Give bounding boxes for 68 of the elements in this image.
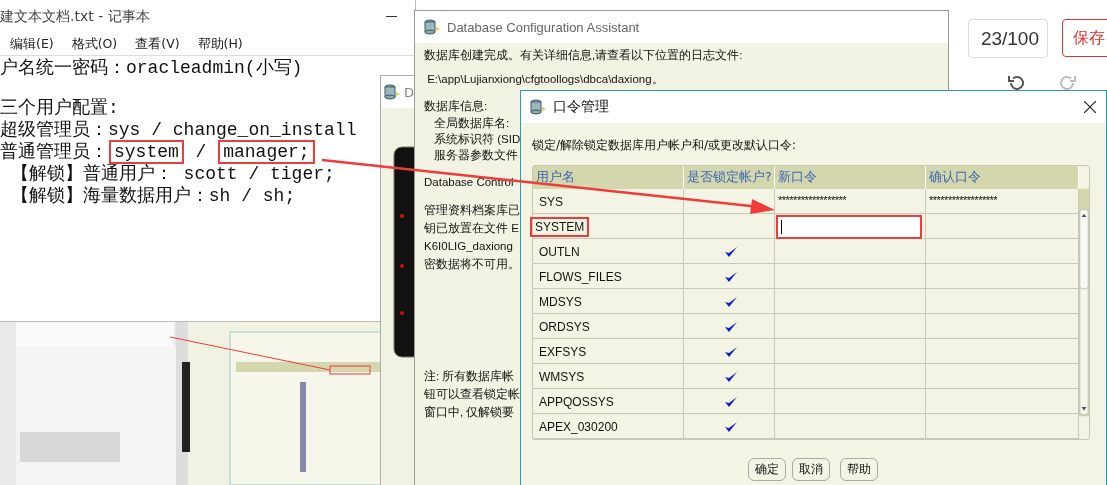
database-icon [529, 98, 547, 116]
word-counter: 23/100 [968, 19, 1048, 58]
menu-item[interactable]: 查看(V) [135, 36, 180, 53]
check-icon [724, 345, 738, 358]
info-label: 服务器参数文件 [434, 148, 518, 163]
check-icon [724, 270, 738, 283]
message-text: 密数据将不可用。 [424, 257, 520, 272]
text-line: 【解锁】海量数据用户：sh / sh; [9, 186, 296, 206]
dialog-title: 口令管理 [553, 98, 610, 116]
password-text: ****************** [778, 193, 847, 206]
check-icon [724, 420, 738, 433]
message-text: 钥已放置在文件 E [424, 221, 519, 236]
column-header[interactable]: 用户名 [533, 166, 684, 189]
user-name: OUTLN [538, 243, 581, 260]
dialog-button[interactable]: 取消 [792, 458, 830, 481]
text-line: 户名统一密码：oracleadmin(小写) [0, 58, 303, 78]
menu-item[interactable]: 编辑(E) [10, 36, 54, 53]
column-header[interactable]: 是否锁定帐户? [684, 166, 775, 189]
column-header[interactable]: 确认口令 [926, 166, 1079, 189]
message-text: K6I0LIG_daxiong [424, 239, 513, 254]
message-text: 管理资料档案库已 [424, 203, 520, 218]
info-label: 全局数据库名: [434, 116, 510, 131]
dialog-button[interactable]: 确定 [748, 458, 786, 481]
undo-icon[interactable] [1006, 73, 1026, 93]
password-field[interactable] [776, 214, 922, 239]
user-name: SYS [538, 193, 564, 210]
save-button[interactable]: 保存 [1062, 19, 1107, 57]
text-line: / [194, 142, 208, 162]
check-icon [724, 295, 738, 308]
highlight-box: system [109, 140, 184, 164]
database-icon [423, 18, 441, 36]
message-text: 窗口中, 仅解锁要 [424, 405, 515, 420]
window-title: Database Configuration Assistant [447, 19, 641, 35]
message-text: 数据库信息: [424, 99, 488, 114]
database-icon [383, 83, 401, 101]
message-text: Database Control [424, 175, 514, 190]
minimize-icon[interactable] [386, 16, 397, 18]
menu-item[interactable]: 帮助(H) [197, 36, 243, 53]
message-text: 注: 所有数据库帐 [424, 369, 515, 384]
text-line: 超级管理员：sys / change_on_install [0, 120, 357, 140]
dialog-button[interactable]: 帮助 [840, 458, 878, 481]
window-title: D [404, 84, 414, 100]
user-name: ORDSYS [538, 318, 591, 335]
check-icon [724, 320, 738, 333]
message-text: 数据库创建完成。有关详细信息,请查看以下位置的日志文件: [424, 48, 743, 63]
instruction-text: 锁定/解除锁定数据库用户帐户和/或更改默认口令: [532, 137, 798, 154]
text-line: 三个用户配置: [0, 98, 119, 118]
user-name: EXFSYS [538, 343, 588, 360]
check-icon [724, 395, 738, 408]
user-name: APEX_030200 [538, 418, 619, 435]
user-name: WMSYS [538, 368, 586, 385]
check-icon [724, 370, 738, 383]
check-icon [724, 245, 738, 258]
highlight-box: SYSTEM [530, 216, 590, 237]
window-title: 建文本文档.txt - 记事本 [0, 8, 150, 26]
text-line: 普通管理员： [0, 142, 108, 162]
password-text: ****************** [929, 193, 998, 206]
user-name: APPQOSSYS [538, 393, 615, 410]
message-text: 钮可以查看锁定帐 [424, 387, 520, 402]
message-text: E:\app\Lujianxiong\cfgtoollogs\dbca\daxiong。 [426, 72, 664, 87]
close-icon[interactable] [1084, 101, 1096, 113]
user-name: FLOWS_FILES [538, 268, 623, 285]
menu-item[interactable]: 格式(O) [71, 36, 118, 53]
text-line: 【解锁】普通用户： scott / tiger; [9, 164, 335, 184]
highlight-box: manager; [218, 140, 315, 164]
column-header[interactable]: 新口令 [775, 166, 926, 189]
user-name: MDSYS [538, 293, 583, 310]
info-label: 系统标识符 (SID [434, 132, 521, 147]
